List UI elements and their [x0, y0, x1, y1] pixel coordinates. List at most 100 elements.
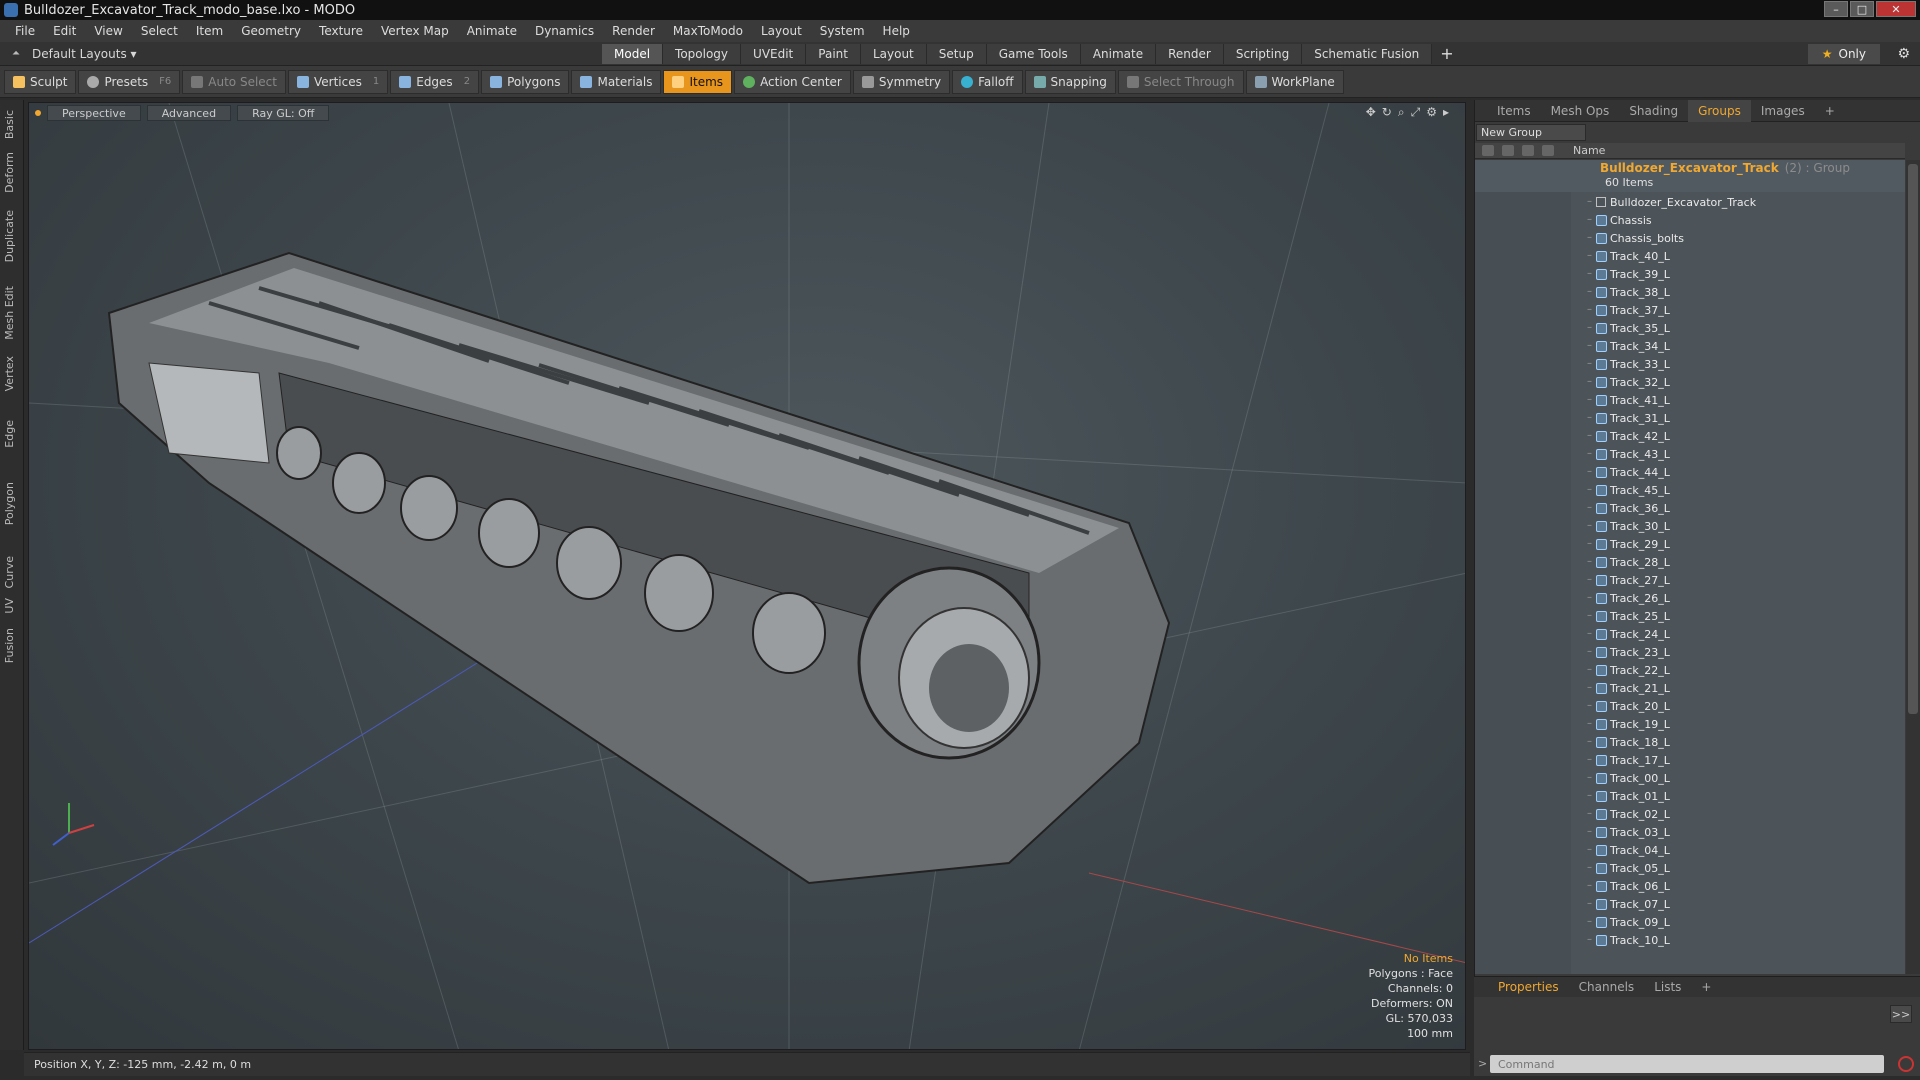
tree-item[interactable]: – Track_09_L [1475, 914, 1905, 932]
viewport-settings-icon[interactable]: ⚙ [1426, 105, 1437, 120]
left-tab-polygon[interactable]: Polygon [3, 482, 21, 525]
minimize-icon[interactable]: – [1824, 1, 1848, 17]
left-tab-fusion[interactable]: Fusion [3, 628, 21, 663]
tree-item[interactable]: – Track_25_L [1475, 608, 1905, 626]
tree-item[interactable]: – Track_03_L [1475, 824, 1905, 842]
group-row[interactable]: Bulldozer_Excavator_Track (2) : Group 60 … [1475, 160, 1905, 192]
new-group-button[interactable]: New Group [1476, 124, 1586, 141]
left-tab-basic[interactable]: Basic [3, 110, 21, 139]
items-button[interactable]: Items [663, 69, 733, 94]
tree-item[interactable]: – Track_19_L [1475, 716, 1905, 734]
vertices-button[interactable]: Vertices 1 [287, 69, 389, 94]
command-stop-icon[interactable] [1898, 1056, 1914, 1072]
tree-item[interactable]: – Track_38_L [1475, 284, 1905, 302]
left-tab-mesh-edit[interactable]: Mesh Edit [3, 286, 21, 340]
panel-tab-shading[interactable]: Shading [1619, 100, 1688, 122]
tree-item[interactable]: – Track_02_L [1475, 806, 1905, 824]
menu-system[interactable]: System [811, 24, 874, 38]
visibility-column-icon[interactable] [1482, 145, 1494, 156]
select-through-button[interactable]: Select Through [1117, 69, 1244, 94]
lock-column-icon[interactable] [1502, 145, 1514, 156]
name-column-header[interactable]: Name [1573, 144, 1605, 157]
edges-button[interactable]: Edges 2 [390, 69, 480, 94]
panel-tab-mesh-ops[interactable]: Mesh Ops [1541, 100, 1620, 122]
command-input[interactable]: Command [1490, 1055, 1884, 1073]
fit-icon[interactable]: ⤢ [1411, 105, 1421, 120]
tree-item[interactable]: – Track_04_L [1475, 842, 1905, 860]
menu-dynamics[interactable]: Dynamics [526, 24, 603, 38]
tree-item[interactable]: – Track_33_L [1475, 356, 1905, 374]
tree-item[interactable]: – Track_18_L [1475, 734, 1905, 752]
sculpt-button[interactable]: Sculpt [4, 69, 77, 94]
panel-tab-images[interactable]: Images [1751, 100, 1815, 122]
tree-item[interactable]: – Track_20_L [1475, 698, 1905, 716]
left-tab-uv[interactable]: UV [3, 598, 21, 614]
tree-item[interactable]: – Track_01_L [1475, 788, 1905, 806]
left-tab-edge[interactable]: Edge [3, 420, 21, 448]
tree-item[interactable]: – Track_34_L [1475, 338, 1905, 356]
layouts-dropdown[interactable]: Default Layouts ▾ [32, 47, 137, 61]
view-type-dropdown[interactable]: Perspective [47, 105, 141, 121]
shading-dropdown[interactable]: Advanced [146, 105, 232, 121]
menu-geometry[interactable]: Geometry [232, 24, 310, 38]
scroll-thumb[interactable] [1908, 164, 1918, 714]
close-icon[interactable]: ✕ [1876, 1, 1916, 17]
zoom-icon[interactable]: ⌕ [1398, 105, 1405, 120]
tree-item[interactable]: – Track_22_L [1475, 662, 1905, 680]
tab-game-tools[interactable]: Game Tools [986, 43, 1081, 64]
tree-item[interactable]: – Track_39_L [1475, 266, 1905, 284]
tree-item[interactable]: – Track_42_L [1475, 428, 1905, 446]
gear-icon[interactable]: ⚙ [1897, 46, 1910, 62]
menu-view[interactable]: View [85, 24, 131, 38]
menu-file[interactable]: File [6, 24, 44, 38]
tree-item[interactable]: – Track_41_L [1475, 392, 1905, 410]
snapping-button[interactable]: Snapping [1024, 69, 1116, 94]
tree-item[interactable]: – Chassis_bolts [1475, 230, 1905, 248]
tree-item[interactable]: – Track_40_L [1475, 248, 1905, 266]
falloff-button[interactable]: Falloff [952, 69, 1023, 94]
tree-item[interactable]: – Track_44_L [1475, 464, 1905, 482]
tree-item[interactable]: – Track_29_L [1475, 536, 1905, 554]
tree-item[interactable]: – Track_30_L [1475, 518, 1905, 536]
tab-scripting[interactable]: Scripting [1223, 43, 1303, 64]
tree-item[interactable]: – Track_05_L [1475, 860, 1905, 878]
add-panel-tab-icon[interactable]: + [1815, 100, 1845, 122]
tree-item[interactable]: – Track_07_L [1475, 896, 1905, 914]
tab-render[interactable]: Render [1156, 43, 1224, 64]
menu-item[interactable]: Item [187, 24, 232, 38]
tree-item[interactable]: – Track_35_L [1475, 320, 1905, 338]
auto-select-button[interactable]: Auto Select [182, 69, 286, 94]
symmetry-button[interactable]: Symmetry [852, 69, 951, 94]
menu-render[interactable]: Render [603, 24, 664, 38]
menu-select[interactable]: Select [132, 24, 187, 38]
add-properties-tab-icon[interactable]: + [1691, 980, 1721, 994]
tree-item[interactable]: – Track_17_L [1475, 752, 1905, 770]
tab-topology[interactable]: Topology [663, 43, 742, 64]
tree-item[interactable]: – Bulldozer_Excavator_Track [1475, 194, 1905, 212]
tab-setup[interactable]: Setup [926, 43, 987, 64]
left-tab-vertex[interactable]: Vertex [3, 356, 21, 391]
tab-paint[interactable]: Paint [806, 43, 861, 64]
3d-viewport[interactable]: Perspective Advanced Ray GL: Off ✥ ↻ ⌕ ⤢… [28, 102, 1466, 1050]
raygl-toggle[interactable]: Ray GL: Off [237, 105, 330, 121]
tab-layout[interactable]: Layout [860, 43, 927, 64]
tab-schematic-fusion[interactable]: Schematic Fusion [1302, 43, 1433, 64]
panel-tab-groups[interactable]: Groups [1688, 99, 1751, 122]
add-tab-icon[interactable]: + [1440, 44, 1453, 63]
menu-maxtomodo[interactable]: MaxToModo [664, 24, 752, 38]
properties-tab-lists[interactable]: Lists [1644, 980, 1691, 994]
panel-tab-items[interactable]: Items [1487, 100, 1541, 122]
left-tab-deform[interactable]: Deform [3, 152, 21, 193]
menu-vertex-map[interactable]: Vertex Map [372, 24, 458, 38]
menu-texture[interactable]: Texture [310, 24, 372, 38]
menu-edit[interactable]: Edit [44, 24, 85, 38]
polygons-button[interactable]: Polygons [481, 69, 570, 94]
tree-item[interactable]: – Chassis [1475, 212, 1905, 230]
tree-item[interactable]: – Track_32_L [1475, 374, 1905, 392]
pan-icon[interactable]: ✥ [1366, 105, 1376, 120]
tree-item[interactable]: – Track_23_L [1475, 644, 1905, 662]
tab-uvedit[interactable]: UVEdit [741, 43, 807, 64]
menu-animate[interactable]: Animate [458, 24, 526, 38]
render-column-icon[interactable] [1522, 145, 1534, 156]
rotate-icon[interactable]: ↻ [1382, 105, 1392, 120]
